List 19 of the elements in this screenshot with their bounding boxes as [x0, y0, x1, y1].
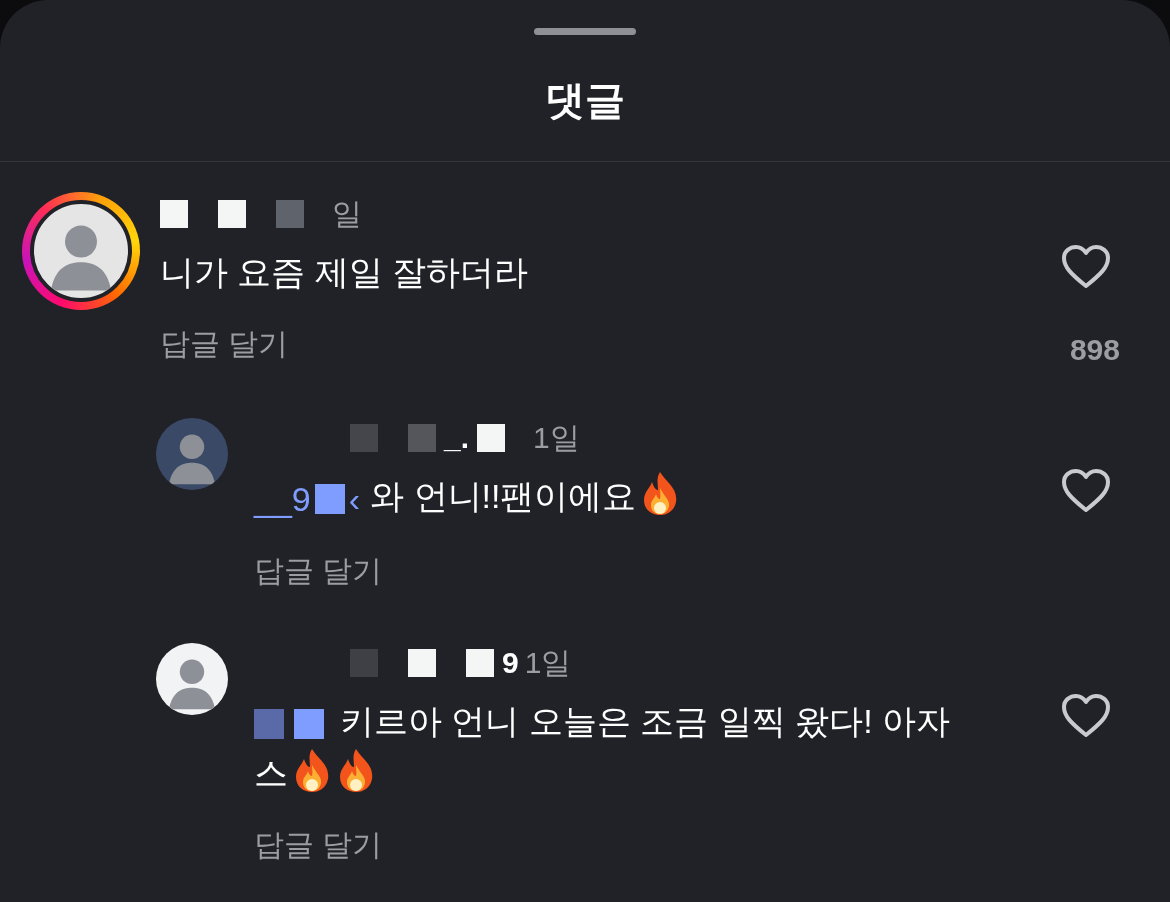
comment-time: 1일: [524, 645, 572, 681]
like-count: 898: [1069, 332, 1120, 368]
username-fragment: 9: [502, 645, 519, 681]
drag-handle[interactable]: [534, 28, 636, 35]
reply-link[interactable]: 답글 달기: [254, 551, 383, 591]
comment-time: 일: [332, 196, 362, 232]
heart-icon[interactable]: [1061, 468, 1111, 514]
username-fragment: _.: [444, 420, 470, 456]
heart-icon[interactable]: [1061, 693, 1111, 739]
reply-link[interactable]: 답글 달기: [254, 825, 383, 865]
reply-link[interactable]: 답글 달기: [160, 324, 289, 364]
comment-time: 1일: [533, 420, 580, 456]
comment-text: 니가 요즘 제일 잘하더라: [160, 252, 530, 293]
mention-fragment: __9: [254, 479, 311, 520]
comment-text: 키르아 언니 오늘은 조금 일찍 왔다! 아자스: [254, 701, 952, 795]
heart-icon[interactable]: [1061, 244, 1111, 290]
mention-fragment: ‹: [348, 479, 361, 520]
sheet-title: 댓글: [545, 77, 625, 124]
comment-text: __9 ‹ 와 언니!!팬이에요: [254, 470, 974, 525]
